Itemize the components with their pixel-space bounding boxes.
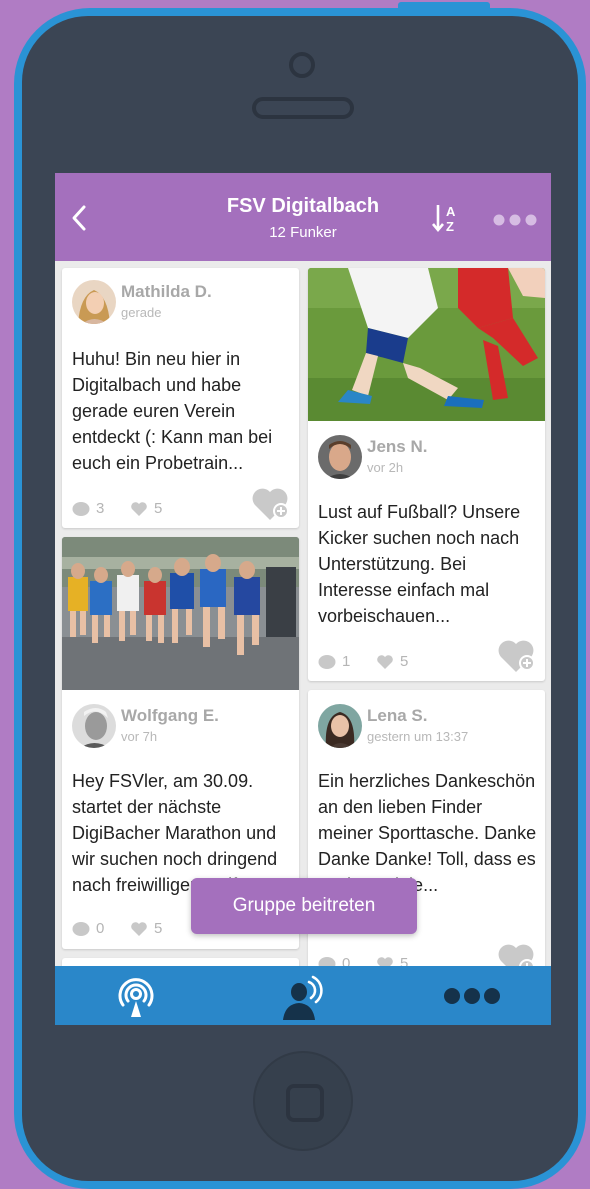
comment-icon — [72, 921, 90, 936]
post-time: gestern um 13:37 — [367, 729, 469, 744]
post-card[interactable]: Jens N. vor 2h Lust auf Fußball? Unsere … — [308, 268, 545, 681]
post-text: Lust auf Fußball? Unsere Kicker suchen n… — [318, 502, 521, 626]
comment-icon — [72, 501, 90, 516]
more-dots-icon[interactable] — [493, 214, 537, 226]
post-author[interactable]: Lena S. — [367, 706, 427, 726]
user-voice-icon[interactable] — [281, 974, 325, 1020]
more-dots-icon[interactable] — [443, 987, 501, 1005]
svg-text:Z: Z — [446, 219, 454, 234]
post-card[interactable]: Lena S. gestern um 13:37 Ein herzliches … — [308, 690, 545, 990]
front-camera — [289, 52, 315, 78]
heart-icon — [131, 921, 147, 936]
post-author[interactable]: Wolfgang E. — [121, 706, 219, 726]
post-author[interactable]: Mathilda D. — [121, 282, 212, 302]
app-header: FSV Digitalbach 12 Funker A Z — [55, 173, 551, 261]
broadcast-icon[interactable] — [113, 975, 159, 1019]
post-text: Huhu! Bin neu hier in Digitalbach und ha… — [72, 349, 273, 473]
like-add-icon[interactable] — [498, 638, 538, 674]
svg-text:A: A — [446, 204, 456, 219]
avatar[interactable] — [72, 280, 116, 324]
post-author[interactable]: Jens N. — [367, 437, 427, 457]
post-photo-football[interactable] — [308, 268, 545, 421]
comment-count[interactable]: 3 — [72, 500, 104, 517]
heart-icon — [131, 501, 147, 516]
page-title: FSV Digitalbach — [226, 195, 380, 217]
heart-icon — [377, 654, 393, 669]
comment-icon — [318, 654, 336, 669]
avatar[interactable] — [318, 704, 362, 748]
comment-count[interactable]: 1 — [318, 653, 350, 670]
post-time: vor 2h — [367, 460, 404, 475]
avatar[interactable] — [72, 704, 116, 748]
earpiece-speaker — [252, 97, 354, 119]
like-count[interactable]: 5 — [376, 653, 408, 670]
like-count[interactable]: 5 — [130, 500, 162, 517]
join-group-button[interactable]: Gruppe beitreten — [191, 878, 417, 934]
member-count: 12 Funker — [269, 224, 337, 241]
post-time: gerade — [121, 305, 162, 320]
post-photo-marathon[interactable] — [62, 537, 299, 690]
sort-alpha-icon[interactable]: A Z — [431, 201, 461, 235]
home-button[interactable] — [253, 1051, 353, 1151]
post-time: vor 7h — [121, 729, 158, 744]
avatar[interactable] — [318, 435, 362, 479]
comment-count[interactable]: 0 — [72, 920, 104, 937]
like-add-icon[interactable] — [252, 486, 292, 522]
power-button — [398, 2, 490, 12]
post-card[interactable]: Mathilda D. gerade Huhu! Bin neu hier in… — [62, 268, 299, 528]
like-count[interactable]: 5 — [130, 920, 162, 937]
bottom-nav — [55, 966, 551, 1025]
